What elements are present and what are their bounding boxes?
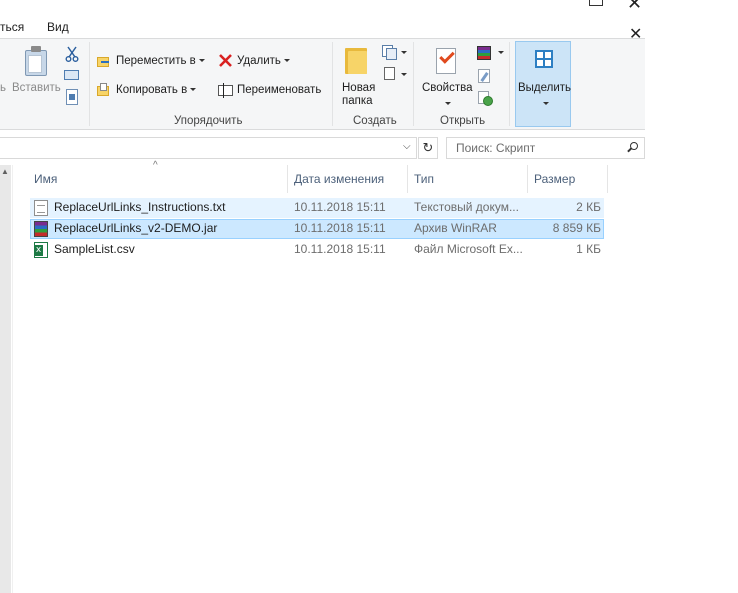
chevron-down-icon xyxy=(498,51,504,54)
new-item-button[interactable] xyxy=(382,45,407,61)
group-separator xyxy=(413,42,414,126)
copy-to-icon xyxy=(97,83,111,97)
file-date: 10.11.2018 15:11 xyxy=(294,200,386,214)
select-grid-icon xyxy=(535,50,553,68)
window-close-button[interactable]: ✕ xyxy=(585,10,645,43)
navigation-scrollbar[interactable] xyxy=(0,165,11,593)
rename-icon xyxy=(218,83,233,98)
address-dropdown-icon[interactable]: ⌵ xyxy=(403,141,411,152)
new-folder-label-1[interactable]: Новая xyxy=(342,82,375,94)
column-header-size[interactable]: Размер xyxy=(534,165,575,193)
excel-file-icon xyxy=(34,242,48,258)
file-size: 2 КБ xyxy=(576,200,601,214)
column-header-date[interactable]: Дата изменения xyxy=(294,165,384,193)
move-to-label: Переместить в xyxy=(116,55,196,67)
file-type: Файл Microsoft Ex... xyxy=(414,242,523,256)
column-divider[interactable] xyxy=(527,165,528,193)
file-row[interactable]: ReplaceUrlLinks_Instructions.txt 10.11.2… xyxy=(30,198,604,218)
column-header-type[interactable]: Тип xyxy=(414,165,434,193)
winrar-icon xyxy=(477,46,491,60)
column-header-name[interactable]: Имя xyxy=(34,165,57,193)
history-icon[interactable] xyxy=(478,91,493,106)
copy-path-icon[interactable] xyxy=(64,70,79,80)
restore-icon[interactable] xyxy=(589,0,603,6)
search-input[interactable]: Поиск: Скрипт xyxy=(446,137,645,159)
chevron-down-icon xyxy=(401,51,407,54)
search-placeholder: Поиск: Скрипт xyxy=(456,141,536,155)
column-divider[interactable] xyxy=(407,165,408,193)
search-icon[interactable] xyxy=(627,142,638,153)
paste-shortcut-icon[interactable] xyxy=(66,89,78,105)
tab-share[interactable]: ться xyxy=(0,20,24,34)
refresh-button[interactable]: ↻ xyxy=(418,137,438,159)
cut-icon[interactable] xyxy=(65,46,79,62)
new-folder-icon[interactable] xyxy=(345,48,367,74)
create-group-label: Создать xyxy=(353,115,397,127)
easy-access-button[interactable] xyxy=(382,67,407,83)
sort-ascending-icon: ^ xyxy=(153,160,158,171)
column-divider[interactable] xyxy=(607,165,608,193)
paste-icon[interactable] xyxy=(24,46,48,76)
rename-button[interactable]: Переименовать xyxy=(237,84,321,96)
tab-view[interactable]: Вид xyxy=(47,20,69,34)
new-folder-label-2[interactable]: папка xyxy=(342,95,373,107)
chevron-down-icon xyxy=(198,59,205,63)
edit-icon[interactable] xyxy=(478,69,490,83)
file-type: Текстовый докум... xyxy=(414,200,519,214)
file-name: ReplaceUrlLinks_Instructions.txt xyxy=(54,200,226,214)
chevron-down-icon xyxy=(190,88,197,92)
file-date: 10.11.2018 15:11 xyxy=(294,242,386,256)
open-group-label: Открыть xyxy=(440,115,486,127)
file-name: SampleList.csv xyxy=(54,242,135,256)
copy-to-label: Копировать в xyxy=(116,84,188,96)
group-separator xyxy=(509,42,510,126)
properties-icon[interactable] xyxy=(434,46,460,76)
organize-group-label: Упорядочить xyxy=(174,115,243,127)
easy-access-icon xyxy=(384,67,395,80)
winrar-archive-icon xyxy=(34,221,48,237)
file-name: ReplaceUrlLinks_v2-DEMO.jar xyxy=(54,221,218,235)
chevron-down-icon xyxy=(283,59,290,63)
delete-label: Удалить xyxy=(237,55,281,67)
move-to-button[interactable]: Переместить в xyxy=(116,55,205,67)
file-row[interactable]: SampleList.csv 10.11.2018 15:11 Файл Mic… xyxy=(30,240,604,260)
file-size: 1 КБ xyxy=(576,242,601,256)
column-divider[interactable] xyxy=(287,165,288,193)
select-dropdown xyxy=(540,96,549,110)
select-label: Выделить xyxy=(518,82,572,94)
address-bar[interactable] xyxy=(0,137,417,159)
group-separator xyxy=(89,42,90,126)
clipboard-partial-label: ь xyxy=(0,82,6,94)
file-date: 10.11.2018 15:11 xyxy=(294,221,386,235)
text-file-icon xyxy=(34,200,48,216)
chevron-down-icon xyxy=(401,73,407,76)
paste-button[interactable]: Вставить xyxy=(12,82,61,94)
delete-icon xyxy=(219,54,232,67)
delete-button[interactable]: Удалить xyxy=(237,55,290,67)
file-type: Архив WinRAR xyxy=(414,221,497,235)
file-size: 8 859 КБ xyxy=(552,221,601,235)
move-to-icon xyxy=(97,54,111,68)
scroll-up-icon[interactable]: ▲ xyxy=(1,167,9,176)
group-separator xyxy=(332,42,333,126)
pane-divider xyxy=(12,165,13,593)
open-with-button[interactable] xyxy=(477,46,504,62)
chevron-down-icon xyxy=(543,102,549,106)
properties-dropdown[interactable] xyxy=(442,96,451,110)
properties-button[interactable]: Свойства xyxy=(422,82,473,94)
file-row[interactable]: ReplaceUrlLinks_v2-DEMO.jar 10.11.2018 1… xyxy=(30,219,604,239)
select-button[interactable]: Выделить xyxy=(515,41,571,127)
copy-to-button[interactable]: Копировать в xyxy=(116,84,197,96)
chevron-down-icon xyxy=(445,102,451,106)
